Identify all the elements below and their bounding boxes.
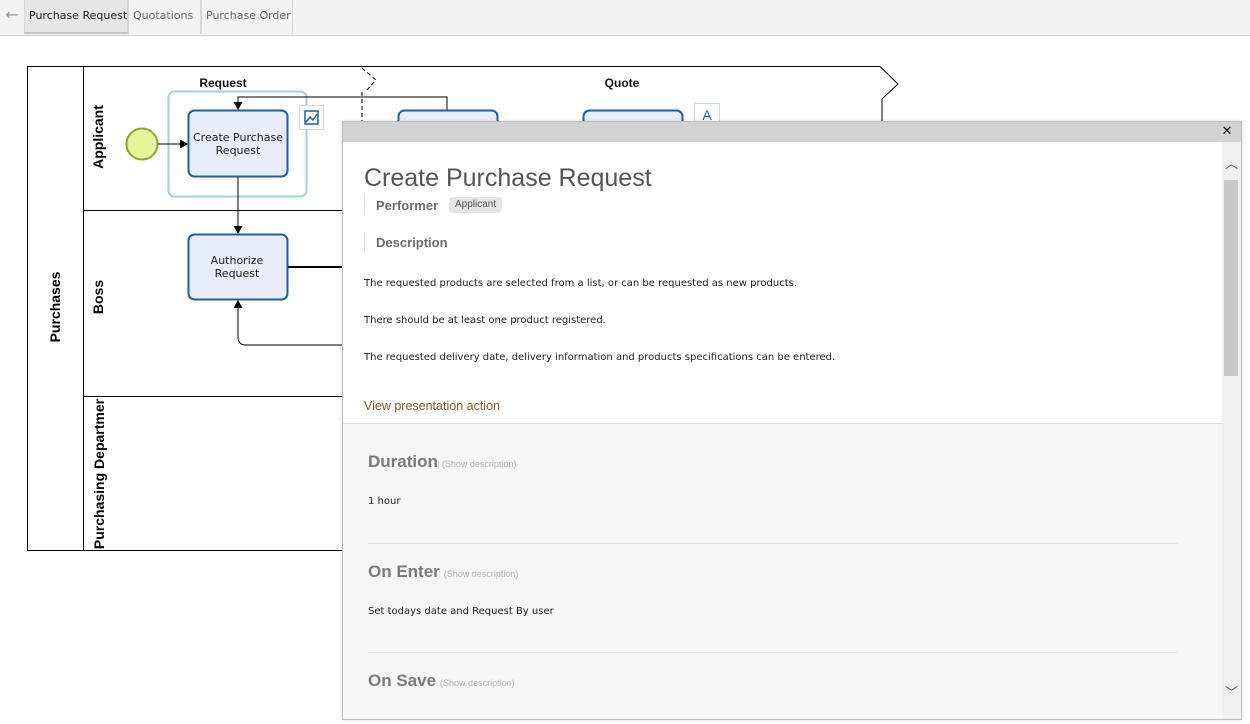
- description-line: The requested products are selected from…: [364, 278, 797, 289]
- on-enter-value: Set todays date and Request By user: [368, 606, 554, 617]
- back-arrow-icon[interactable]: ←: [3, 6, 21, 24]
- chevron-down-icon[interactable]: ﹀: [1222, 687, 1241, 701]
- on-enter-title: On Enter (Show description): [368, 562, 518, 582]
- image-icon[interactable]: [299, 105, 324, 130]
- phase-label-request: Request: [199, 76, 246, 90]
- section-divider: [368, 543, 1178, 544]
- description-label: Description: [376, 235, 448, 250]
- tab-purchase-order[interactable]: Purchase Order: [201, 0, 293, 34]
- performer-field-bar: [364, 195, 368, 215]
- pool-label: Purchases: [47, 271, 63, 342]
- start-event[interactable]: [125, 127, 159, 161]
- panel-title: Create Purchase Request: [364, 164, 652, 192]
- tab-quotations[interactable]: Quotations: [128, 0, 201, 34]
- task-create-purchase-request-line1: Create Purchase: [193, 131, 283, 144]
- phase-label-quote: Quote: [605, 76, 640, 90]
- lane-label-purchasing: Purchasing Departmer: [91, 398, 107, 549]
- tab-purchase-request[interactable]: Purchase Request: [24, 0, 128, 34]
- on-enter-title-text: On Enter: [368, 562, 440, 581]
- task-authorize-request-line1: Authorize: [211, 254, 264, 267]
- task-authorize-request[interactable]: Authorize Request: [187, 233, 289, 301]
- properties-section: Duration (Show description) 1 hour On Ent…: [343, 423, 1222, 719]
- tab-bar: ← Purchase Request Quotations Purchase O…: [0, 0, 1250, 36]
- duration-title: Duration (Show description): [368, 452, 516, 472]
- panel-header: ✕: [343, 122, 1241, 142]
- phase-request-boundary: [361, 67, 377, 93]
- task-detail-panel: ✕ Create Purchase Request Performer Appl…: [342, 121, 1242, 720]
- duration-value: 1 hour: [368, 496, 401, 507]
- task-authorize-request-line2: Request: [215, 267, 260, 280]
- on-save-title-text: On Save: [368, 671, 437, 690]
- on-save-show-description-link[interactable]: (Show description): [440, 678, 515, 688]
- description-line: There should be at least one product reg…: [364, 315, 606, 326]
- lane-label-boss: Boss: [90, 280, 106, 314]
- description-field-bar: [364, 232, 368, 252]
- task-create-purchase-request[interactable]: Create Purchase Request: [187, 109, 289, 178]
- panel-scrollbar[interactable]: ︿ ﹀: [1222, 142, 1241, 719]
- close-icon[interactable]: ✕: [1219, 123, 1235, 141]
- description-line: The requested delivery date, delivery in…: [364, 352, 836, 363]
- on-enter-show-description-link[interactable]: (Show description): [444, 569, 519, 579]
- performer-badge: Applicant: [449, 197, 503, 213]
- chevron-up-icon[interactable]: ︿: [1222, 158, 1241, 172]
- performer-label: Performer: [376, 198, 439, 213]
- duration-show-description-link[interactable]: (Show description): [442, 459, 517, 469]
- scroll-thumb[interactable]: [1224, 180, 1238, 376]
- on-save-title: On Save (Show description): [368, 671, 515, 691]
- task-create-purchase-request-line2: Request: [216, 144, 261, 157]
- section-divider: [368, 652, 1178, 653]
- duration-title-text: Duration: [368, 452, 438, 471]
- lane-label-applicant: Applicant: [90, 105, 106, 169]
- view-presentation-action-link[interactable]: View presentation action: [364, 399, 500, 413]
